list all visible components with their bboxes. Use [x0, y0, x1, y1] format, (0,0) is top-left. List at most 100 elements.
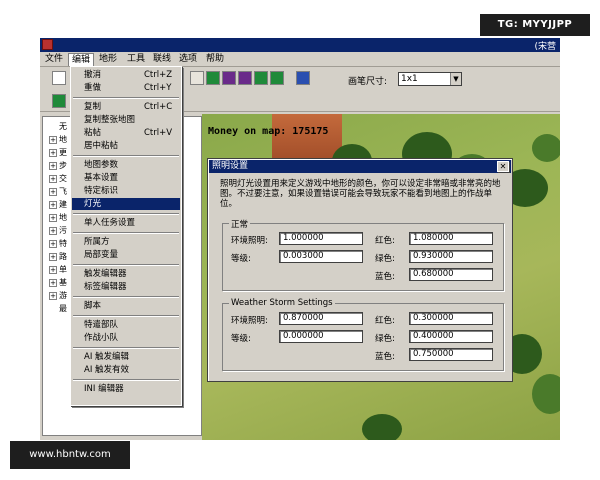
menu-file[interactable]: 文件 [42, 53, 66, 66]
storm-ambient-field[interactable]: 0.870000 [279, 312, 363, 325]
chevron-down-icon[interactable]: ▼ [450, 73, 461, 85]
tree-item[interactable]: + 交 [49, 173, 67, 184]
expand-icon[interactable]: + [49, 187, 57, 196]
tree-item[interactable]: + 特 [49, 238, 67, 249]
tree-item-label: 更 [59, 148, 67, 157]
dialog-title: 照明设置 ✕ [209, 160, 511, 173]
edit-menu-item[interactable]: 灯光 [72, 198, 180, 210]
expand-icon[interactable]: + [49, 174, 57, 183]
menu-item-label: 所属方 [84, 237, 110, 247]
normal-level-field[interactable]: 0.003000 [279, 250, 363, 263]
edit-menu-item[interactable]: 作战小队 [72, 332, 180, 344]
tree2-tool-icon[interactable] [270, 71, 284, 85]
edit-menu-dropdown: 撤消 Ctrl+Z 重做 Ctrl+Y 复制 Ctrl+C 复制整张地图粘帖 Ctrl+V 居中… [70, 66, 182, 406]
expand-icon[interactable]: + [49, 291, 57, 300]
edit-menu-item[interactable]: 局部变量 [72, 249, 180, 261]
edit-menu-item[interactable]: 脚本 [72, 300, 180, 312]
expand-icon[interactable]: + [49, 278, 57, 287]
menu-item-shortcut: Ctrl+Y [144, 83, 172, 93]
storm-green-field[interactable]: 0.400000 [409, 330, 493, 343]
tree-item-label: 交 [59, 174, 67, 183]
edit-menu-item[interactable]: 复制整张地图 [72, 114, 180, 126]
edit-menu-item[interactable]: 特遣部队 [72, 319, 180, 331]
menu-terrain[interactable]: 地形 [96, 53, 120, 66]
menu-options[interactable]: 选项 [176, 53, 200, 66]
expand-icon[interactable]: + [49, 252, 57, 261]
expand-icon[interactable]: + [49, 148, 57, 157]
tree-item[interactable]: + 地 [49, 134, 67, 145]
storm-blue-field[interactable]: 0.750000 [409, 348, 493, 361]
menu-help[interactable]: 帮助 [203, 53, 227, 66]
tree-item[interactable]: + 飞 [49, 186, 67, 197]
tree-item[interactable]: + 游 [49, 290, 67, 301]
edit-menu-item[interactable]: 重做 Ctrl+Y [72, 82, 180, 94]
menu-item-label: 粘帖 [84, 128, 102, 138]
expand-icon[interactable]: + [49, 161, 57, 170]
normal-red-field[interactable]: 1.080000 [409, 232, 493, 245]
menu-online[interactable]: 联线 [150, 53, 174, 66]
storm-red-field[interactable]: 0.300000 [409, 312, 493, 325]
edit-menu-item[interactable]: 特定标识 [72, 185, 180, 197]
tree-tool-icon[interactable] [254, 71, 268, 85]
tree-item[interactable]: + 单 [49, 264, 67, 275]
edit-menu-item[interactable]: 粘帖 Ctrl+V [72, 127, 180, 139]
terrain-brush-icon[interactable] [52, 94, 66, 108]
expand-icon[interactable]: + [49, 265, 57, 274]
normal-ambient-field[interactable]: 1.000000 [279, 232, 363, 245]
tree-item[interactable]: 无 [49, 121, 67, 132]
storm-blue-label: 蓝色: [375, 352, 395, 362]
terrain-purple2-icon[interactable] [238, 71, 252, 85]
menu-item-label: 脚本 [84, 301, 102, 311]
close-icon[interactable]: ✕ [497, 161, 509, 172]
tree-item[interactable]: 最 [49, 303, 67, 314]
tree-item[interactable]: + 步 [49, 160, 67, 171]
edit-menu-item[interactable]: AI 触发编辑 [72, 351, 180, 363]
menu-edit[interactable]: 编辑 [68, 53, 95, 66]
tree-item[interactable]: + 污 [49, 225, 67, 236]
menu-item-label: 标签编辑器 [84, 282, 127, 292]
terrain-green-icon[interactable] [206, 71, 220, 85]
new-file-icon[interactable] [52, 71, 66, 85]
brush-size-select[interactable]: 1x1 ▼ [398, 72, 462, 86]
diamond-tool-icon[interactable] [190, 71, 204, 85]
tree-item[interactable]: + 更 [49, 147, 67, 158]
edit-menu-item[interactable]: 地图参数 [72, 159, 180, 171]
storm-red-label: 红色: [375, 316, 395, 326]
edit-menu-item[interactable]: 触发编辑器 [72, 268, 180, 280]
normal-green-field[interactable]: 0.930000 [409, 250, 493, 263]
menu-item-label: 复制整张地图 [84, 115, 136, 125]
menu-item-label: 复制 [84, 102, 102, 112]
edit-menu-item[interactable]: 复制 Ctrl+C [72, 101, 180, 113]
edit-menu-item[interactable]: 居中粘帖 [72, 140, 180, 152]
tree-item[interactable]: + 建 [49, 199, 67, 210]
menu-item-shortcut: Ctrl+Z [144, 70, 173, 80]
menu-separator [73, 232, 179, 234]
storm-green-label: 绿色: [375, 334, 395, 344]
menu-separator [73, 296, 179, 298]
tree-item-label: 特 [59, 239, 67, 248]
expand-icon[interactable]: + [49, 239, 57, 248]
cube-tool-icon[interactable] [296, 71, 310, 85]
edit-menu-item[interactable]: INI 编辑器 [72, 383, 180, 395]
edit-menu-item[interactable]: 所属方 [72, 236, 180, 248]
tree-item[interactable]: + 地 [49, 212, 67, 223]
expand-icon[interactable]: + [49, 226, 57, 235]
edit-menu-item[interactable]: 单人任务设置 [72, 217, 180, 229]
expand-icon[interactable]: + [49, 213, 57, 222]
tree-item[interactable]: + 基 [49, 277, 67, 288]
edit-menu-item[interactable]: 标签编辑器 [72, 281, 180, 293]
expand-icon[interactable]: + [49, 135, 57, 144]
edit-menu-item[interactable]: AI 触发有效 [72, 364, 180, 376]
expand-icon[interactable]: + [49, 200, 57, 209]
menu-separator [73, 213, 179, 215]
edit-menu-item[interactable]: 撤消 Ctrl+Z [72, 69, 180, 81]
menu-tools[interactable]: 工具 [124, 53, 148, 66]
edit-menu-item[interactable]: 基本设置 [72, 172, 180, 184]
terrain-purple-icon[interactable] [222, 71, 236, 85]
tree-item-label: 游 [59, 291, 67, 300]
storm-level-field[interactable]: 0.000000 [279, 330, 363, 343]
normal-green-label: 绿色: [375, 254, 395, 264]
tree-item[interactable]: + 路 [49, 251, 67, 262]
menu-separator [73, 97, 179, 99]
normal-blue-field[interactable]: 0.680000 [409, 268, 493, 281]
